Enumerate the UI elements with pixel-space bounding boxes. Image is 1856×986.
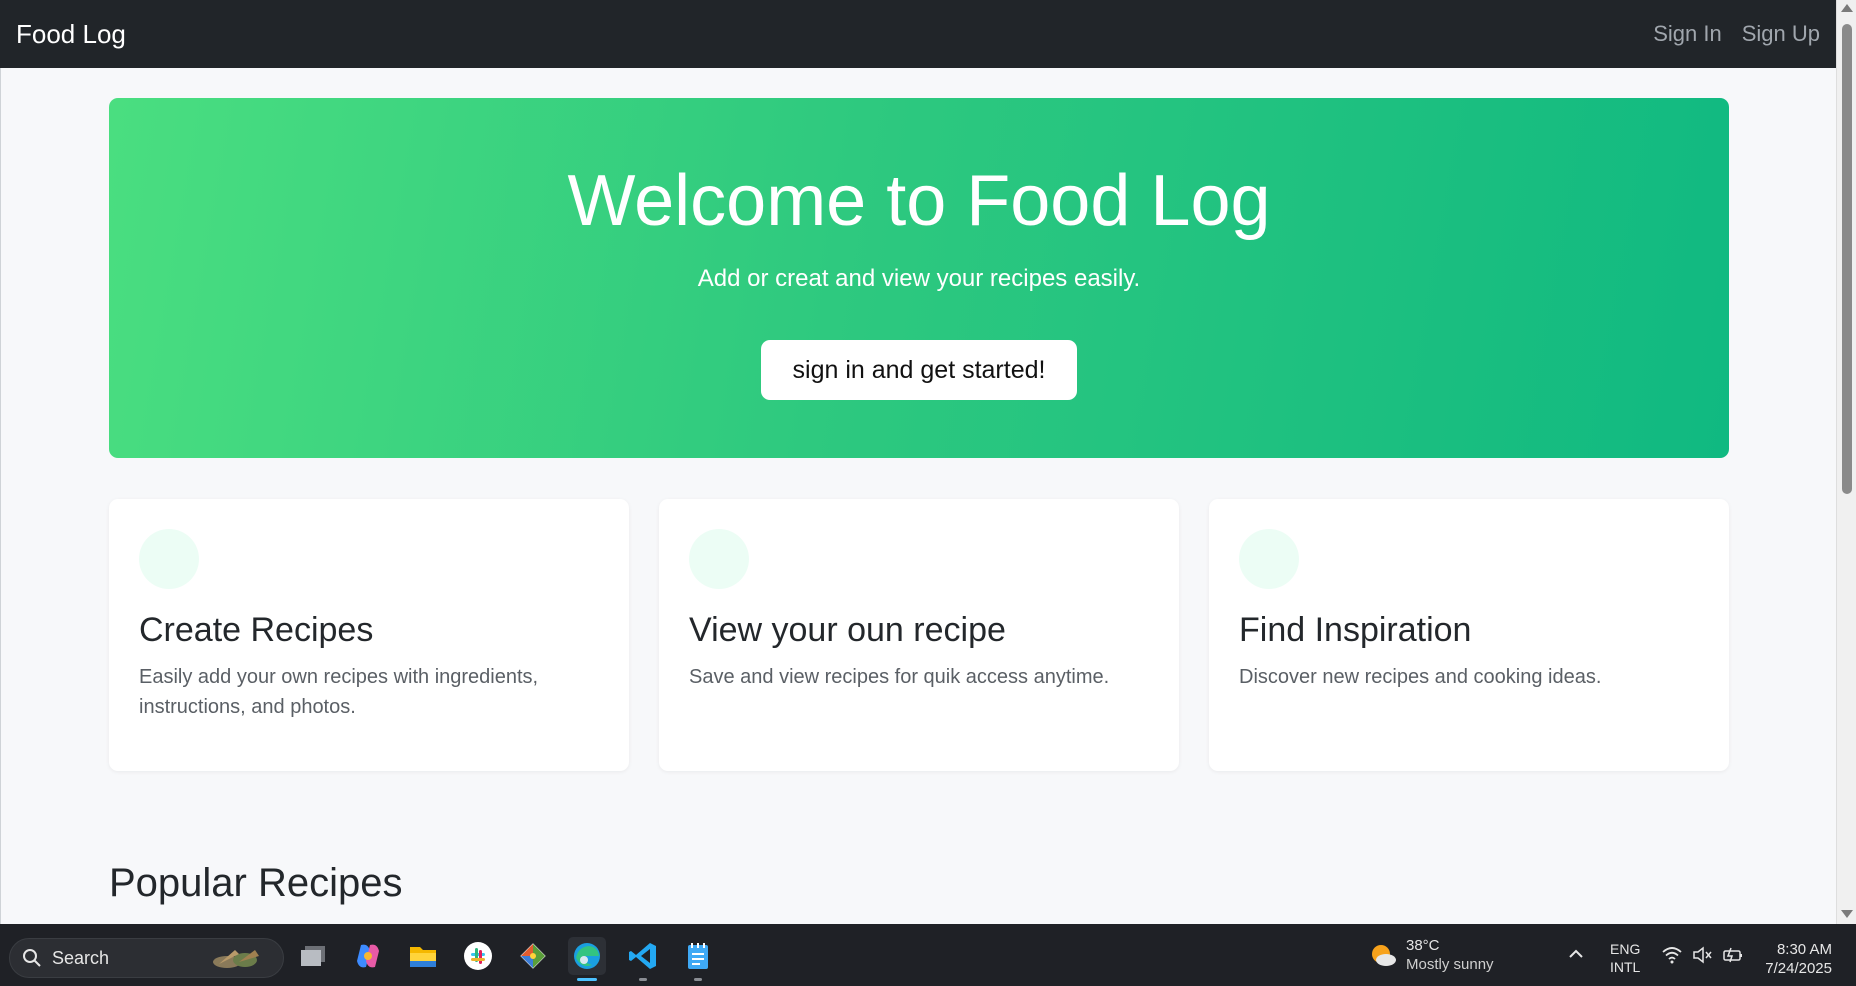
scroll-down-arrow-icon[interactable] (1841, 910, 1853, 918)
navbar: Food Log Sign In Sign Up (0, 0, 1836, 68)
feature-description: Save and view recipes for quik access an… (689, 666, 1110, 688)
feature-card-create-recipes: Create Recipes Easily add your own recip… (109, 499, 629, 771)
battery-charging-icon (1723, 947, 1742, 963)
language-code: ENG (1610, 941, 1641, 957)
clock[interactable]: 8:30 AM 7/24/2025 (1760, 940, 1832, 978)
get-started-button[interactable]: sign in and get started! (761, 340, 1077, 400)
feature-card-find-inspiration: Find Inspiration Discover new recipes an… (1209, 499, 1729, 771)
weather-widget[interactable]: 38°C Mostly sunny (1368, 936, 1494, 974)
task-view-icon[interactable] (294, 937, 332, 975)
hero-banner: Welcome to Food Log Add or creat and vie… (109, 98, 1729, 458)
popular-recipes-heading: Popular Recipes (109, 861, 403, 905)
language-indicator[interactable]: ENG INTL (1610, 940, 1640, 976)
vertical-scrollbar[interactable] (1836, 0, 1856, 924)
clock-time: 8:30 AM (1776, 941, 1832, 958)
hero-title: Welcome to Food Log (567, 161, 1271, 241)
search-label: Search (52, 947, 110, 968)
weather-text: 38°C Mostly sunny (1406, 936, 1494, 974)
copilot-icon[interactable] (349, 937, 387, 975)
search-highlight-icon (213, 950, 259, 968)
scroll-up-arrow-icon[interactable] (1841, 4, 1853, 12)
keyboard-layout: INTL (1610, 959, 1641, 975)
speaker-muted-icon (1693, 946, 1712, 964)
sign-in-link[interactable]: Sign In (1653, 21, 1722, 47)
clock-date: 7/24/2025 (1765, 960, 1832, 977)
notepad-icon[interactable] (679, 937, 717, 981)
partly-sunny-icon (1372, 945, 1396, 966)
sign-up-link[interactable]: Sign Up (1742, 21, 1820, 47)
weather-condition: Mostly sunny (1406, 956, 1494, 973)
browser-viewport: Food Log Sign In Sign Up Welcome to Food… (0, 0, 1856, 924)
feature-description: Discover new recipes and cooking ideas. (1239, 666, 1602, 688)
search-icon (23, 949, 41, 967)
hero-subtitle: Add or creat and view your recipes easil… (697, 265, 1141, 292)
system-tray-icons[interactable] (1662, 946, 1744, 964)
running-app-indicator (694, 978, 702, 981)
feature-description: Easily add your own recipes with ingredi… (139, 666, 539, 718)
feature-icon (1239, 529, 1299, 589)
scrollbar-thumb[interactable] (1842, 24, 1852, 494)
feature-title: View your oun recipe (689, 611, 1006, 649)
brand-logo[interactable]: Food Log (16, 19, 126, 50)
main-content: Welcome to Food Log Add or creat and vie… (0, 68, 1836, 924)
feature-title: Create Recipes (139, 611, 374, 649)
wifi-icon (1662, 947, 1682, 964)
feature-icon (689, 529, 749, 589)
feature-title: Find Inspiration (1239, 611, 1472, 649)
vscode-icon[interactable] (624, 937, 662, 981)
show-hidden-icons-chevron-icon[interactable] (1568, 944, 1584, 965)
nav-links: Sign In Sign Up (1653, 21, 1820, 47)
git-icon[interactable] (514, 937, 552, 975)
feature-icon (139, 529, 199, 589)
running-app-indicator (639, 978, 647, 981)
taskbar-search[interactable]: Search (9, 938, 284, 978)
taskbar: Search 38°C Mostly sunny ENG INTL 8:30 A… (0, 924, 1856, 986)
feature-card-view-recipe: View your oun recipe Save and view recip… (659, 499, 1179, 771)
file-explorer-icon[interactable] (404, 937, 442, 975)
edge-icon[interactable] (568, 937, 606, 981)
slack-icon[interactable] (459, 937, 497, 975)
active-app-indicator (577, 978, 597, 981)
weather-temperature: 38°C (1406, 937, 1440, 954)
